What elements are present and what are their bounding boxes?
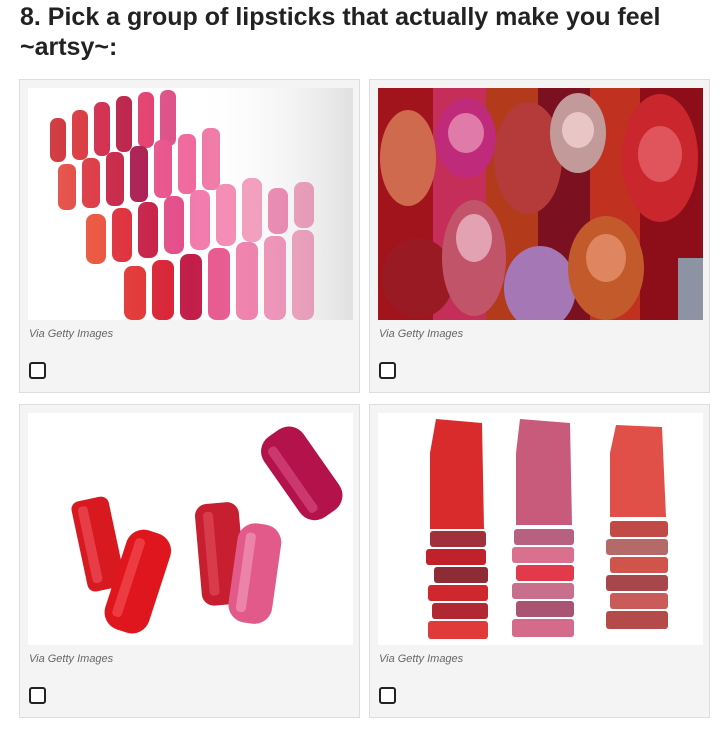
option-checkbox[interactable]	[379, 362, 396, 379]
answer-option-1[interactable]: Via Getty Images	[19, 79, 360, 393]
image-credit: Via Getty Images	[29, 328, 114, 340]
lipstick-closeup-image[interactable]	[378, 88, 703, 320]
answer-option-4[interactable]: Via Getty Images	[369, 404, 710, 718]
answer-option-3[interactable]: Via Getty Images	[19, 404, 360, 718]
option-checkbox[interactable]	[29, 362, 46, 379]
image-credit: Via Getty Images	[29, 653, 114, 665]
question-title: 8. Pick a group of lipsticks that actual…	[20, 3, 661, 61]
image-credit: Via Getty Images	[379, 653, 464, 665]
image-credit: Via Getty Images	[379, 328, 464, 340]
lipstick-rows-image[interactable]	[28, 88, 353, 320]
answer-option-2[interactable]: Via Getty Images	[369, 79, 710, 393]
sliced-lipsticks-image[interactable]	[378, 413, 703, 645]
option-checkbox[interactable]	[379, 687, 396, 704]
scattered-lipsticks-image[interactable]	[28, 413, 353, 645]
option-checkbox[interactable]	[29, 687, 46, 704]
